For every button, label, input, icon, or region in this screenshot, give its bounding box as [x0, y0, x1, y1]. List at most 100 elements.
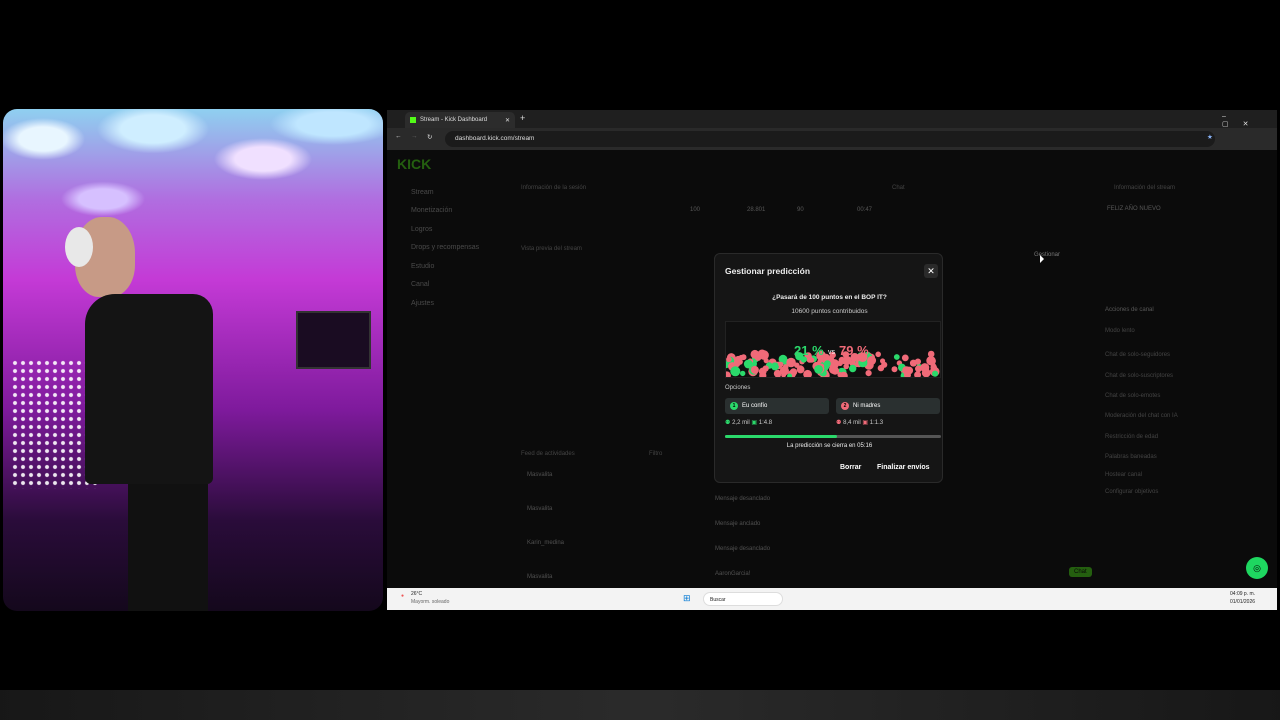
sidebar-item-stream[interactable]: Stream [387, 183, 502, 202]
trophy-icon: ▣ [862, 420, 869, 426]
option-label: Eu confío [742, 403, 768, 409]
action-item[interactable]: Modo lento [1105, 328, 1135, 334]
wall-tv [296, 311, 371, 369]
action-item[interactable]: Palabras baneadas [1105, 454, 1157, 460]
bubble [891, 366, 898, 373]
action-item[interactable]: Restricción de edad [1105, 434, 1158, 440]
prediction-chart: 21 % vs 79 % [725, 321, 941, 378]
url-text: dashboard.kick.com/stream [455, 135, 535, 142]
windows-start-icon[interactable]: ⊞ [683, 593, 691, 604]
option-no-ratio: 1:1.3 [869, 420, 884, 426]
window-controls[interactable]: –▢✕ [1222, 113, 1277, 128]
finish-submissions-button[interactable]: Finalizar envíos [877, 464, 930, 471]
bubble [774, 371, 781, 377]
feed-event: AaronGarcia! [715, 571, 751, 577]
action-item[interactable]: Chat de solo-seguidores [1105, 352, 1170, 358]
close-icon[interactable]: ✕ [505, 117, 510, 124]
activity-feed-title: Feed de actividades [521, 451, 575, 457]
bubble [880, 358, 886, 364]
filter-button[interactable]: Filtro [649, 451, 662, 457]
manage-prediction-modal: Gestionar predicción ✕ ¿Pasará de 100 pu… [714, 253, 943, 483]
bubble [914, 371, 922, 377]
new-tab-icon[interactable]: + [520, 113, 525, 123]
reload-icon[interactable]: ↻ [427, 133, 432, 141]
trophy-icon: ▣ [751, 420, 758, 426]
bubble [743, 359, 753, 369]
streamer-sweater [85, 294, 213, 484]
options-label: Opciones [725, 385, 751, 391]
bubble [771, 362, 779, 371]
url-field[interactable]: dashboard.kick.com/stream [445, 131, 1215, 147]
action-item[interactable]: Chat de solo-emotes [1105, 393, 1160, 399]
option-label: Ni madres [853, 403, 881, 409]
option-no[interactable]: 2 Ni madres [836, 398, 940, 414]
chat-send-button[interactable]: Chat [1069, 567, 1092, 577]
streamer-legs [128, 484, 208, 611]
sidebar-item-achievements[interactable]: Logros [387, 220, 502, 239]
users-icon: ⚉ [725, 420, 731, 426]
action-item[interactable]: Configurar objetivos [1105, 489, 1158, 495]
bubble [932, 370, 939, 377]
manage-link[interactable]: Gestionar [1034, 252, 1060, 258]
bubble [901, 354, 909, 362]
session-info-title: Información de la sesión [521, 185, 587, 191]
browser-tab[interactable]: Stream - Kick Dashboard ✕ [405, 112, 515, 128]
bubble [824, 360, 831, 368]
bubble [738, 354, 744, 361]
sidebar-item-settings[interactable]: Ajustes [387, 294, 502, 313]
bubble [927, 350, 935, 358]
bubble [778, 361, 784, 368]
weather-desc: Mayorm. soleado [411, 599, 450, 605]
weather-temp: 26°C [411, 591, 423, 597]
stat-3: 90 [797, 207, 804, 213]
percent-yes: 21 % [794, 343, 824, 358]
sidebar-item-monetization[interactable]: Monetización [387, 202, 502, 221]
sidebar-item-channel[interactable]: Canal [387, 276, 502, 295]
close-modal-button[interactable]: ✕ [924, 264, 938, 278]
back-icon[interactable]: ← [395, 133, 402, 140]
weather-icon: ● [401, 593, 405, 599]
bubble [865, 370, 872, 377]
action-item[interactable]: Moderación del chat con IA [1105, 413, 1178, 419]
feed-user: Masvalita [527, 506, 553, 512]
action-item[interactable]: Chat de solo-suscriptores [1105, 373, 1173, 379]
option-no-points: 8,4 mil [843, 420, 861, 426]
bubble [920, 363, 930, 373]
webcam-feed [3, 109, 383, 611]
bubble [726, 371, 731, 377]
stat-2: 28.801 [747, 207, 766, 213]
chat-title: Chat [892, 185, 905, 191]
headphones [65, 227, 93, 267]
help-chat-button[interactable]: ◎ [1246, 557, 1268, 579]
option-yes[interactable]: 1 Eu confío [725, 398, 829, 414]
points-contributed: 10600 puntos contribuidos [791, 308, 868, 315]
bubble [875, 351, 881, 358]
option-number: 2 [841, 402, 849, 410]
bubble [758, 367, 767, 376]
windows-taskbar: ● 26°C Mayorm. soleado ⊞ Buscar 04:09 p.… [387, 588, 1277, 610]
sidebar-item-studio[interactable]: Estudio [387, 257, 502, 276]
forward-icon[interactable]: → [411, 133, 418, 140]
time-progress-bar [725, 435, 941, 438]
taskbar-search[interactable]: Buscar [703, 592, 783, 606]
option-yes-points: 2,2 mil [732, 420, 750, 426]
bubble [909, 359, 917, 367]
bookmark-star-icon[interactable]: ★ [1207, 133, 1213, 141]
tab-title: Stream - Kick Dashboard [420, 117, 488, 123]
close-icon: ✕ [927, 265, 935, 276]
bubble [926, 356, 936, 366]
bubble [794, 362, 800, 368]
option-yes-ratio: 1:4.8 [758, 420, 773, 426]
users-icon: ⚉ [836, 420, 842, 426]
stat-4: 00:47 [857, 207, 873, 213]
delete-button[interactable]: Borrar [840, 464, 861, 471]
channel-actions-title: Acciones de canal [1105, 307, 1154, 313]
mouse-cursor [1040, 255, 1044, 263]
stream-info-title: Información del stream [1114, 185, 1176, 191]
sidebar-item-drops[interactable]: Drops y recompensas [387, 239, 502, 258]
time-progress-fill [725, 435, 838, 438]
tab-bar: Stream - Kick Dashboard ✕ + –▢✕ [387, 110, 1277, 128]
option-yes-stats: ⚉ 2,2 mil ▣ 1:4.8 [725, 419, 772, 426]
taskbar-date: 01/01/2026 [1230, 599, 1256, 605]
action-item[interactable]: Hostear canal [1105, 472, 1142, 478]
